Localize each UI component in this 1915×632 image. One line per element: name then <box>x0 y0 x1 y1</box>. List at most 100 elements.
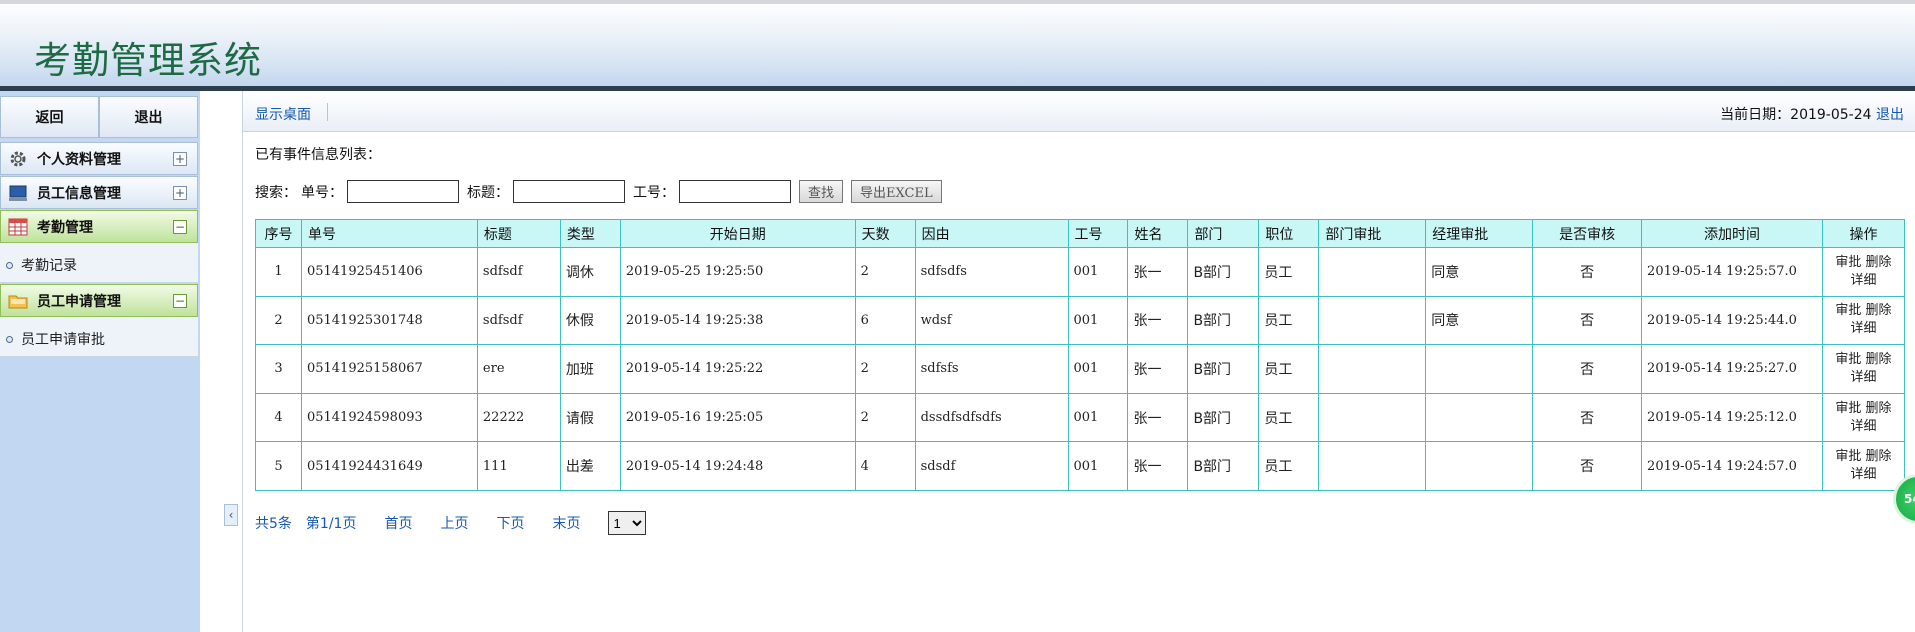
column-header: 序号 <box>255 219 302 248</box>
approve-link[interactable]: 审批 <box>1835 449 1861 464</box>
table-cell: 调休 <box>559 247 621 297</box>
table-row: 2 05141925301748 sdfsdf 休假 2019-05-14 19:25:… <box>255 295 1906 346</box>
title-label: 标题： <box>467 184 509 201</box>
table-cell: 2 <box>854 392 916 443</box>
table-cell: sdsdf <box>914 441 1069 491</box>
table-cell: 05141925451406 <box>300 247 478 297</box>
approve-link[interactable]: 审批 <box>1835 401 1861 416</box>
monitor-icon <box>7 184 29 202</box>
prev-page-link[interactable]: 上页 <box>440 513 468 533</box>
table-cell: sdfsdf <box>476 247 561 297</box>
detail-link[interactable]: 详细 <box>1850 419 1876 434</box>
logout-link[interactable]: 退出 <box>1876 107 1904 123</box>
back-button[interactable]: 返回 <box>0 96 99 138</box>
table-cell: 2019-05-14 19:25:22 <box>619 344 856 394</box>
table-cell: ere <box>476 344 561 394</box>
delete-link[interactable]: 删除 <box>1866 352 1892 367</box>
last-page-link[interactable]: 末页 <box>552 513 580 533</box>
table-cell: 否 <box>1532 344 1643 394</box>
order-no-input[interactable] <box>347 180 459 203</box>
table-cell: 张一 <box>1127 247 1189 297</box>
table-cell: wdsf <box>914 295 1069 346</box>
table-cell: 加班 <box>559 344 621 394</box>
sidebar-collapse-arrow-icon[interactable]: ‹ <box>224 504 238 526</box>
approve-link[interactable]: 审批 <box>1835 303 1861 318</box>
menu-employee-requests[interactable]: 员工申请管理 − <box>0 284 198 317</box>
table-cell: 001 <box>1067 344 1129 394</box>
menu-employee-info[interactable]: 员工信息管理 + <box>0 176 198 209</box>
table-cell: 2 <box>255 295 302 346</box>
detail-link[interactable]: 详细 <box>1850 321 1876 336</box>
table-cell: 员工 <box>1258 247 1320 297</box>
table-cell: 2019-05-14 19:25:27.0 <box>1641 344 1823 394</box>
table-cell: 001 <box>1067 295 1129 346</box>
table-cell <box>1318 441 1427 491</box>
delete-link[interactable]: 删除 <box>1866 401 1892 416</box>
table-cell: 张一 <box>1127 295 1189 346</box>
sidebar-item-label: 考勤记录 <box>21 258 77 274</box>
expand-icon[interactable]: + <box>173 152 187 166</box>
page-select[interactable]: 1 <box>608 511 647 535</box>
table-cell: B部门 <box>1187 392 1260 443</box>
table-cell: 员工 <box>1258 392 1320 443</box>
menu-attendance[interactable]: 考勤管理 − <box>0 210 198 243</box>
sidebar-item-request-approval[interactable]: 员工申请审批 <box>6 329 105 349</box>
table-cell: 001 <box>1067 392 1129 443</box>
table-cell: 否 <box>1532 295 1643 346</box>
export-excel-button[interactable]: 导出EXCEL <box>851 180 942 203</box>
show-desktop-link[interactable]: 显示桌面 <box>255 104 311 124</box>
table-cell: 2 <box>854 247 916 297</box>
collapse-icon[interactable]: − <box>173 294 187 308</box>
submenu-employee-requests: 员工申请审批 <box>0 317 198 357</box>
next-page-link[interactable]: 下页 <box>496 513 524 533</box>
table-cell: 张一 <box>1127 344 1189 394</box>
search-bar: 搜索： 单号： 标题： 工号： 查找 导出EXCEL <box>255 180 950 203</box>
table-cell: 否 <box>1532 247 1643 297</box>
menu-label: 员工申请管理 <box>37 293 121 310</box>
column-header: 工号 <box>1067 219 1129 248</box>
column-header: 标题 <box>476 219 561 248</box>
table-cell: 2019-05-25 19:25:50 <box>619 247 856 297</box>
delete-link[interactable]: 删除 <box>1866 449 1892 464</box>
table-cell: B部门 <box>1187 344 1260 394</box>
column-header: 操作 <box>1821 219 1906 248</box>
emp-no-input[interactable] <box>679 180 791 203</box>
table-row: 5 05141924431649 111 出差 2019-05-14 19:24:48 4… <box>255 441 1906 491</box>
table-cell: 员工 <box>1258 441 1320 491</box>
table-cell: 5 <box>255 441 302 491</box>
detail-link[interactable]: 详细 <box>1850 467 1876 482</box>
table-cell: 2019-05-14 19:25:44.0 <box>1641 295 1823 346</box>
list-title: 已有事件信息列表： <box>255 147 381 163</box>
current-date-area: 当前日期：2019-05-24 退出 <box>1720 104 1904 124</box>
table-cell: 05141925158067 <box>300 344 478 394</box>
find-button[interactable]: 查找 <box>799 180 844 203</box>
folder-icon <box>7 292 29 310</box>
sidebar-item-attendance-records[interactable]: 考勤记录 <box>6 255 77 275</box>
menu-label: 个人资料管理 <box>37 151 121 168</box>
page-indicator: 第1/1页 <box>305 516 357 532</box>
table-cell <box>1318 344 1427 394</box>
approve-link[interactable]: 审批 <box>1835 255 1861 270</box>
table-cell: 否 <box>1532 441 1643 491</box>
approve-link[interactable]: 审批 <box>1835 352 1861 367</box>
table-cell: 2019-05-16 19:25:05 <box>619 392 856 443</box>
table-cell: 同意 <box>1425 247 1534 297</box>
calendar-icon <box>7 218 29 236</box>
table-cell: 张一 <box>1127 392 1189 443</box>
delete-link[interactable]: 删除 <box>1866 255 1892 270</box>
exit-button[interactable]: 退出 <box>99 96 198 138</box>
table-row: 1 05141925451406 sdfsdf 调休 2019-05-25 19:25:… <box>255 247 1906 297</box>
collapse-icon[interactable]: − <box>173 220 187 234</box>
table-cell: 2019-05-14 19:24:57.0 <box>1641 441 1823 491</box>
title-input[interactable] <box>513 180 625 203</box>
column-header: 职位 <box>1258 219 1320 248</box>
table-cell: 员工 <box>1258 344 1320 394</box>
submenu-attendance: 考勤记录 <box>0 243 198 283</box>
detail-link[interactable]: 详细 <box>1850 370 1876 385</box>
first-page-link[interactable]: 首页 <box>384 513 412 533</box>
delete-link[interactable]: 删除 <box>1866 303 1892 318</box>
menu-personal-profile[interactable]: 个人资料管理 + <box>0 142 198 175</box>
detail-link[interactable]: 详细 <box>1850 273 1876 288</box>
row-actions: 审批 删除详细 <box>1821 295 1906 346</box>
expand-icon[interactable]: + <box>173 186 187 200</box>
